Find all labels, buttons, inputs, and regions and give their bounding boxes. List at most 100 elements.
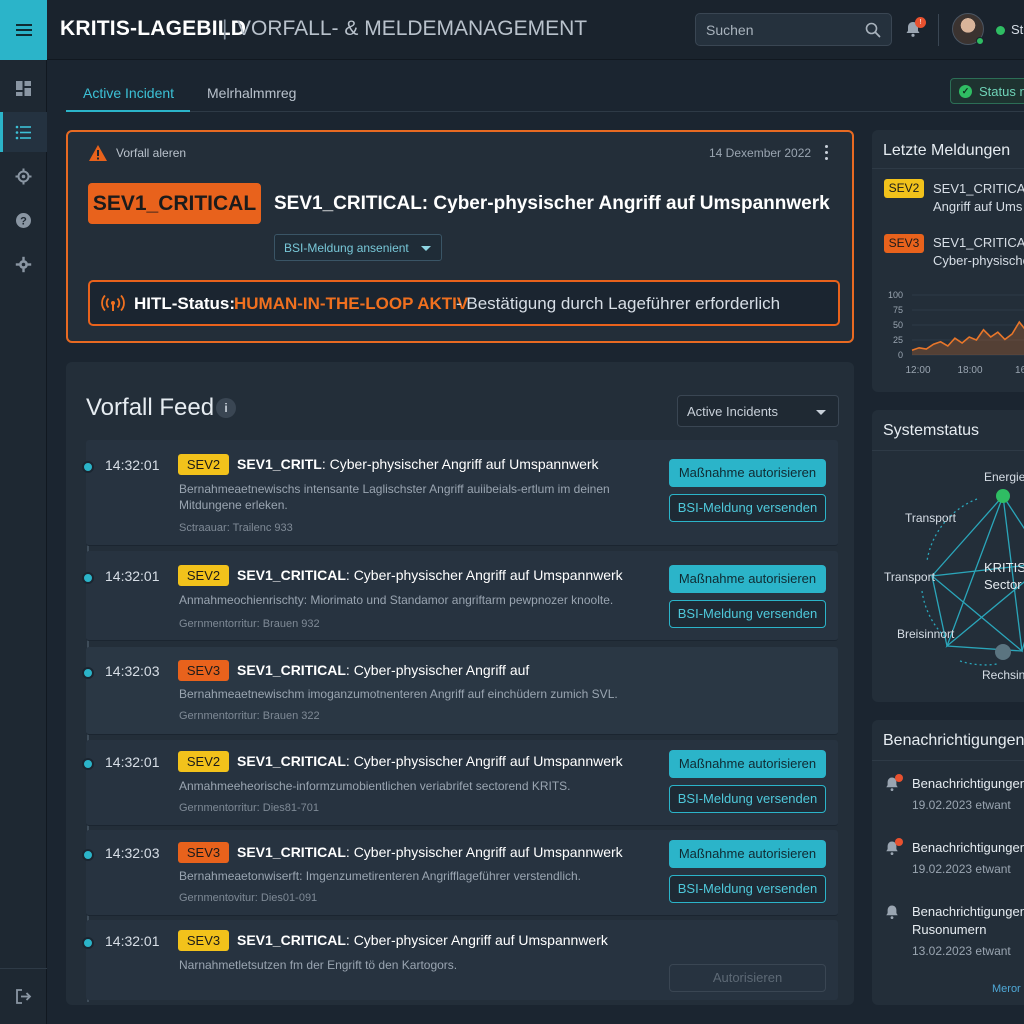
latest-item-text[interactable]: SEV1_CRITICAL Angriff auf Ums: [933, 180, 1024, 216]
alert-date: 14 Dexember 2022: [709, 146, 812, 160]
feed-item-description: Narnahmetletsutzen fm der Engrift tö den…: [179, 958, 458, 972]
feed-item[interactable]: 14:32:03 SEV3 SEV1_CRITICAL: Cyber-physi…: [82, 830, 838, 916]
feed-item-meta: Gernmentorritur: Brauen 322: [179, 710, 320, 722]
feed-item-meta: Gernmentorritur: Dies81-701: [179, 802, 320, 814]
hitl-description: - Bestätigung durch Lageführer erforderl…: [456, 294, 781, 313]
authorize-action-button[interactable]: Maßnahme autorisieren: [669, 840, 826, 868]
more-options-icon[interactable]: [825, 145, 829, 161]
more-notifications-link[interactable]: Meror: [992, 983, 1021, 995]
feed-item-description: Anmahmeochienrischty: Miorimato und Stan…: [179, 593, 614, 607]
unread-dot: [895, 774, 903, 782]
notification-title-line2: Rusonumern: [912, 922, 987, 937]
feed-filter-value: Active Incidents: [687, 404, 779, 419]
chevron-down-icon: [421, 246, 431, 251]
feed-item-time: 14:32:01: [105, 457, 160, 473]
feed-item-description: Bernahmeaetnewischm imoganzumotnenteren …: [179, 687, 618, 701]
tab-meldungen[interactable]: Melrhalmmreg: [207, 85, 296, 101]
app-subtitle: VORFALL- & MELDEMANAGEMENT: [237, 17, 588, 40]
sector-node[interactable]: [995, 644, 1011, 660]
x-tick-label: 16:: [1015, 365, 1024, 376]
bsi-select-value: BSI-Meldung ansenient: [284, 241, 409, 255]
notification-title[interactable]: Benachrichtigungen: [912, 904, 1024, 919]
feed-item[interactable]: 14:32:03 SEV3 SEV1_CRITICAL: Cyber-physi…: [82, 647, 838, 735]
search-icon[interactable]: [865, 22, 881, 38]
feed-item-description: Bernahmeaetnewischs intensante Laglischs…: [179, 482, 610, 512]
notification-title[interactable]: Benachrichtigungen: [912, 840, 1024, 855]
incident-feed: Vorfall Feed i Active Incidents 14:32:01…: [66, 362, 854, 1005]
feed-item-severity: SEV3: [178, 842, 229, 863]
notifications-title: Benachrichtigungen: [883, 732, 1024, 749]
sidebar-item-modules[interactable]: [0, 156, 47, 196]
feed-item-description: Anmahmeeheorische-informzumobientlichen …: [179, 779, 571, 793]
search-input[interactable]: [706, 20, 856, 40]
feed-item-title: SEV1_CRITICAL: Cyber-physischer Angriff …: [237, 753, 623, 769]
authorize-action-button[interactable]: Maßnahme autorisieren: [669, 459, 826, 487]
notification-time: 13.02.2023 etwant: [912, 944, 1011, 958]
y-tick-label: 50: [893, 320, 903, 330]
notification-badge: !: [915, 17, 926, 28]
timeline-dot: [82, 937, 94, 949]
feed-item-title: SEV1_CRITICAL: Cyber-physischer Angriff …: [237, 844, 623, 860]
node-label-transport-2: Transport: [884, 570, 936, 584]
feed-item-severity: SEV2: [178, 565, 229, 586]
feed-item[interactable]: 14:32:01 SEV3 SEV1_CRITICAL: Cyber-physi…: [82, 920, 838, 1000]
y-tick-label: 0: [898, 350, 903, 360]
authorize-action-button[interactable]: Maßnahme autorisieren: [669, 750, 826, 778]
latest-item-text[interactable]: SEV1_CRITICAL Cyber-physische: [933, 234, 1024, 270]
feed-item[interactable]: 14:32:01 SEV2 SEV1_CRITL: Cyber-physisch…: [82, 440, 838, 546]
status-label[interactable]: St: [1011, 22, 1023, 37]
authorize-action-button[interactable]: Maßnahme autorisieren: [669, 565, 826, 593]
feed-item[interactable]: 14:32:01 SEV2 SEV1_CRITICAL: Cyber-physi…: [82, 740, 838, 826]
logout-icon: [16, 989, 32, 1004]
node-label-transport: Transport: [905, 511, 957, 525]
hitl-active-text: HUMAN-IN-THE-LOOP AKTIV: [234, 294, 469, 313]
send-bsi-report-button[interactable]: BSI-Meldung versenden: [669, 600, 826, 628]
feed-title: Vorfall Feed: [86, 394, 215, 421]
latest-item-severity: SEV2: [884, 179, 924, 198]
tab-bar: Active Incident Melrhalmmreg: [66, 78, 1024, 112]
feed-item-severity: SEV2: [178, 454, 229, 475]
svg-text:?: ?: [20, 215, 27, 227]
sidebar-item-list[interactable]: [0, 112, 47, 152]
sector-network-diagram: Energie Transport Transport Breisinnort …: [884, 470, 1024, 682]
incident-alert-card: Vorfall aleren 14 Dexember 2022 SEV1_CRI…: [66, 130, 854, 343]
gear-cog-icon: [15, 168, 32, 184]
y-tick-label: 25: [893, 335, 903, 345]
status-button[interactable]: ✓ Status n: [950, 78, 1024, 104]
node-label-energie: Energie: [984, 470, 1024, 484]
top-bar: KRITIS-LAGEBILD | VORFALL- & MELDEMANAGE…: [0, 0, 1024, 60]
chart-area-fill: [912, 322, 1024, 355]
send-bsi-report-button[interactable]: BSI-Meldung versenden: [669, 875, 826, 903]
sidebar-item-settings[interactable]: [0, 244, 47, 284]
status-dot: [996, 26, 1005, 35]
center-label-kritis: KRITIS: [984, 560, 1024, 575]
menu-button[interactable]: [0, 0, 47, 60]
authorize-button-disabled[interactable]: Autorisieren: [669, 964, 826, 992]
status-button-label: Status n: [979, 84, 1024, 99]
feed-item-meta: Gernmentorritur: Brauen 932: [179, 618, 320, 630]
sidebar-item-logout[interactable]: [0, 968, 47, 1024]
send-bsi-report-button[interactable]: BSI-Meldung versenden: [669, 785, 826, 813]
send-bsi-report-button[interactable]: BSI-Meldung versenden: [669, 494, 826, 522]
feed-item-title: SEV1_CRITICAL: Cyber-physischer Angriff …: [237, 567, 623, 583]
tab-active-incident[interactable]: Active Incident: [83, 85, 174, 101]
feed-item-time: 14:32:03: [105, 663, 160, 679]
sidebar-item-help[interactable]: ?: [0, 200, 47, 240]
timeline-dot: [82, 758, 94, 770]
chevron-down-icon: [816, 410, 826, 415]
feed-filter-select[interactable]: Active Incidents: [677, 395, 839, 427]
notification-title[interactable]: Benachrichtigungen: [912, 776, 1024, 791]
info-icon[interactable]: i: [216, 398, 236, 418]
dashboard-icon: [16, 80, 31, 96]
feed-item-title: SEV1_CRITL: Cyber-physischer Angriff auf…: [237, 456, 599, 472]
energy-node[interactable]: [996, 489, 1010, 503]
alert-kicker: Vorfall aleren: [116, 146, 187, 160]
feed-item-severity: SEV3: [178, 930, 229, 951]
y-tick-label: 100: [888, 290, 903, 300]
feed-item[interactable]: 14:32:01 SEV2 SEV1_CRITICAL: Cyber-physi…: [82, 551, 838, 641]
timeline-dot: [82, 461, 94, 473]
sidebar-item-dashboard[interactable]: [0, 68, 47, 108]
latest-messages-title: Letzte Meldungen: [883, 142, 1011, 159]
center-label-sector: Sector: [984, 577, 1022, 592]
bsi-meldung-select[interactable]: BSI-Meldung ansenient: [274, 234, 442, 261]
